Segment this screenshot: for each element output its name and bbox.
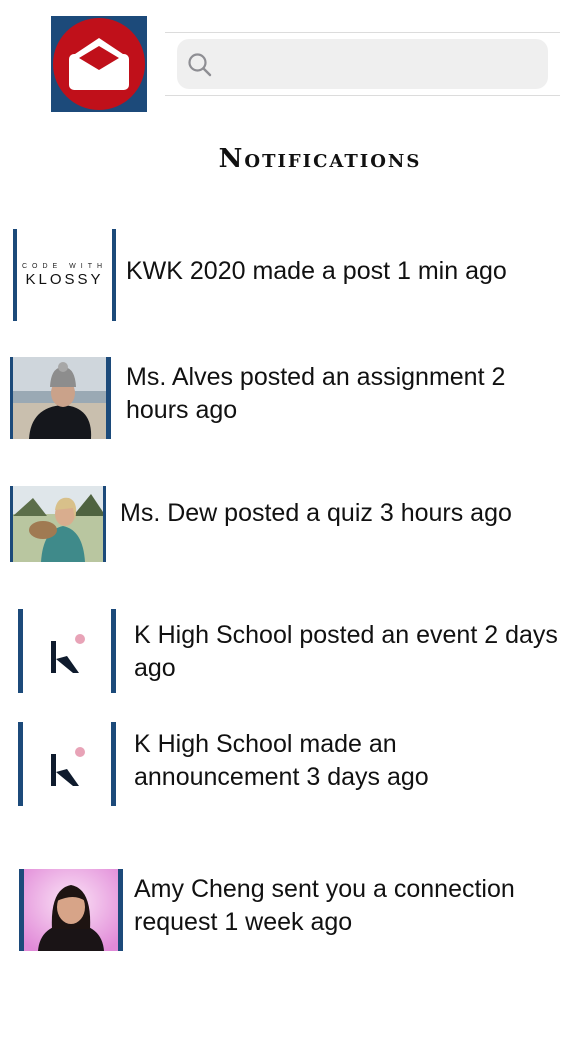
k-high-school-avatar <box>18 609 116 693</box>
notification-item[interactable]: CODE WITH KLOSSY KWK 2020 made a post 1 … <box>0 229 585 321</box>
avatar-ms-dew <box>10 486 106 562</box>
notification-text: Amy Cheng sent you a connection request … <box>134 875 515 936</box>
notification-text: KWK 2020 made a post 1 min ago <box>126 257 507 285</box>
k-letter-icon <box>51 641 79 673</box>
photo-amy-cheng <box>24 869 118 951</box>
photo-ms-dew <box>13 486 103 562</box>
notification-item[interactable]: Ms. Dew posted a quiz 3 hours ago <box>0 486 585 562</box>
notification-text: K High School posted an event 2 days ago <box>134 621 558 682</box>
search-bar <box>165 32 560 96</box>
k-high-school-logo <box>23 722 111 806</box>
search-input[interactable] <box>225 39 539 91</box>
notification-item[interactable]: K High School made an announcement 3 day… <box>0 722 585 806</box>
notification-text: Ms. Dew posted a quiz 3 hours ago <box>120 499 512 527</box>
notification-text: Ms. Alves posted an assignment 2 hours a… <box>126 363 506 424</box>
search-icon <box>188 53 212 77</box>
notification-item[interactable]: Ms. Alves posted an assignment 2 hours a… <box>0 357 585 439</box>
k-letter-icon <box>51 754 79 786</box>
kwk-logo-avatar: CODE WITH KLOSSY <box>13 229 116 321</box>
photo-ms-alves <box>13 357 106 439</box>
k-high-school-logo <box>23 609 111 693</box>
avatar-amy-cheng <box>19 869 123 951</box>
logo-circle <box>53 18 145 110</box>
avatar-ms-alves <box>10 357 111 439</box>
search-field[interactable] <box>177 39 548 91</box>
notification-item[interactable]: Amy Cheng sent you a connection request … <box>0 869 585 951</box>
notification-item[interactable]: K High School posted an event 2 days ago <box>0 609 585 693</box>
app-logo[interactable] <box>51 16 147 112</box>
notification-text: K High School made an announcement 3 day… <box>134 730 429 791</box>
kwk-logo: CODE WITH KLOSSY <box>17 229 112 321</box>
envelope-icon <box>69 38 129 90</box>
page-title: Notifications <box>218 144 422 174</box>
kwk-logo-small-text: CODE WITH <box>21 262 108 270</box>
k-high-school-avatar <box>18 722 116 806</box>
kwk-logo-big-text: KLOSSY <box>25 270 104 288</box>
